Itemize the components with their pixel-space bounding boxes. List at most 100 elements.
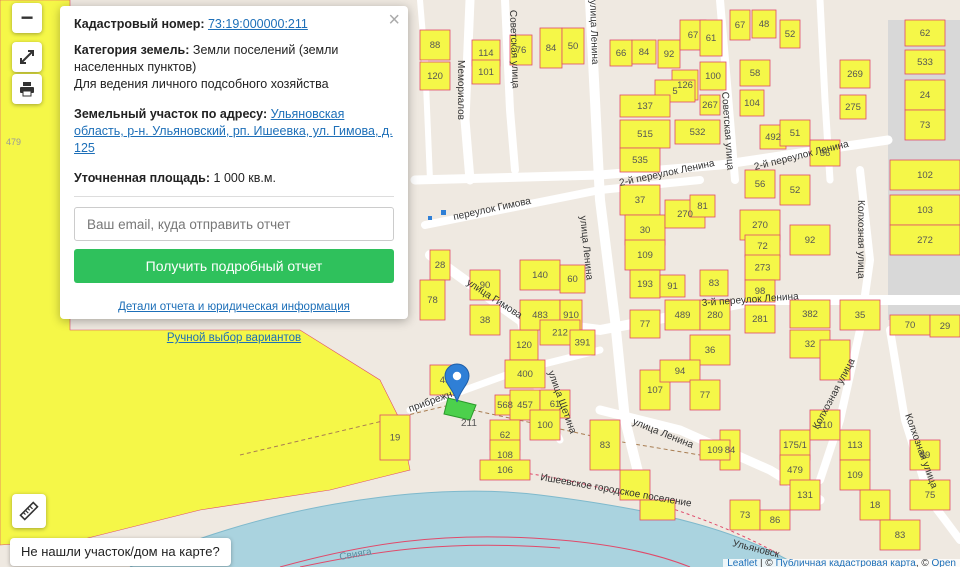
parcel-number: 492 [765,132,781,143]
minus-icon: − [20,5,34,30]
ruler-button[interactable] [12,494,46,528]
parcel-number: 212 [552,328,568,339]
parcel-number: 109 [637,250,653,261]
parcel-number: 52 [785,29,796,40]
parcel-number: 391 [575,338,591,349]
parcel-number: 94 [675,366,686,377]
parcel-number: 52 [790,185,801,196]
left-zone-label: 479 [6,137,21,147]
parcel-number: 78 [427,295,438,306]
print-icon [20,82,34,97]
parcel-number: 92 [664,49,675,60]
attribution-separator: | © [757,559,776,567]
parcel-number: 131 [797,490,813,501]
details-link[interactable]: Детали отчета и юридическая информация [118,301,350,313]
get-report-button[interactable]: Получить подробный отчет [74,249,394,283]
parcel-number: 88 [430,40,441,51]
manual-link-row: Ручной выбор вариантов [74,330,394,347]
cadastral-label: Кадастровый номер: [74,17,205,31]
parcel-number: 101 [478,67,494,78]
parcel-number: 19 [390,433,401,444]
parcel-number: 67 [688,30,699,41]
attribution-osm-prefix: , © [915,559,932,567]
parcel-number: 104 [744,98,760,109]
parcel-number: 38 [480,315,491,326]
parcel-number: 83 [709,278,720,289]
parcel-number: 126 [677,80,693,91]
email-input[interactable] [74,207,394,241]
parcel-number: 100 [705,71,721,82]
parcel-number: 114 [478,48,493,59]
ruler-icon [19,501,39,521]
parcel-number: 175/1 [783,440,807,451]
poi-square-icon [441,210,446,215]
parcel-number: 120 [427,71,443,82]
leaflet-link[interactable]: Leaflet [727,559,757,567]
details-link-row: Детали отчета и юридическая информация [74,299,394,316]
parcel-number: 489 [675,310,691,321]
public-map-link[interactable]: Публичная кадастровая карта [776,559,916,567]
parcel-number: 83 [600,440,611,451]
parcel-number: 77 [640,319,651,330]
parcel-number: 273 [755,263,771,274]
parcel-number: 109 [707,445,723,456]
cadastral-number-link[interactable]: 73:19:000000:211 [208,17,308,31]
zoom-out-button[interactable]: − [12,3,42,33]
category-row: Категория земель: Земли поселений (земли… [74,42,394,93]
area-label: Уточненная площадь: [74,171,211,185]
parcel-number: 77 [700,390,711,401]
address-row: Земельный участок по адресу: Ульяновская… [74,106,394,157]
parcel-number: 61 [706,33,717,44]
parcel-number: 73 [740,510,751,521]
parcel-number: 30 [640,225,651,236]
parcel-number: 91 [667,281,678,292]
parcel-number: 86 [770,515,781,526]
fullscreen-button[interactable] [12,42,42,72]
parcel-number: 275 [845,102,861,113]
parcel-number: 51 [790,128,801,139]
parcel-number: 382 [802,309,818,320]
expand-icon [20,50,34,64]
parcel-number: 70 [905,320,916,331]
street-label-kolkhoznaya-right: Колхозная улица [855,200,866,279]
parcel-number: 72 [757,241,768,252]
parcel-number: 98 [755,286,766,297]
parcel-number: 107 [647,385,663,396]
selected-parcel-number: 211 [461,418,477,429]
parcel-number: 29 [940,321,951,332]
category-label: Категория земель: [74,43,190,57]
parcel-number: 5 [672,86,677,97]
area-row: Уточненная площадь: 1 000 кв.м. [74,170,394,187]
parcel-number: 36 [705,345,716,356]
parcel-number: 58 [750,68,761,79]
parcel-number: 83 [895,530,906,541]
parcel-number: 100 [537,420,553,431]
parcel-number: 84 [639,47,650,58]
parcel-number: 535 [632,155,648,166]
parcel-number: 102 [917,170,933,181]
parcel-number: 32 [805,339,816,350]
manual-selection-link[interactable]: Ручной выбор вариантов [167,332,301,344]
osm-link[interactable]: Open [932,559,956,567]
parcel-number: 269 [847,69,863,80]
parcel-number: 73 [920,120,931,131]
parcel-number: 106 [497,465,513,476]
parcel-number: 108 [497,450,513,461]
print-button[interactable] [12,74,42,104]
parcel-number: 90 [480,280,491,291]
parcel-number: 110 [817,420,832,431]
parcel-number: 272 [917,235,933,246]
parcel-number: 61 [550,399,561,410]
street-label-memorialov: Мемориалов [455,60,466,120]
parcel-number: 267 [702,100,718,111]
close-icon[interactable]: × [388,10,400,30]
parcel-number: 60 [567,274,578,285]
parcel-number: 568 [497,400,513,411]
parcel-number: 910 [563,310,579,321]
parcel-number: 532 [690,127,706,138]
not-found-button[interactable]: Не нашли участок/дом на карте? [10,538,231,566]
parcel-number: 137 [637,101,653,112]
parcel-number: 113 [847,440,862,451]
parcel-number: 281 [752,314,768,325]
parcel-number: 76 [516,45,527,56]
